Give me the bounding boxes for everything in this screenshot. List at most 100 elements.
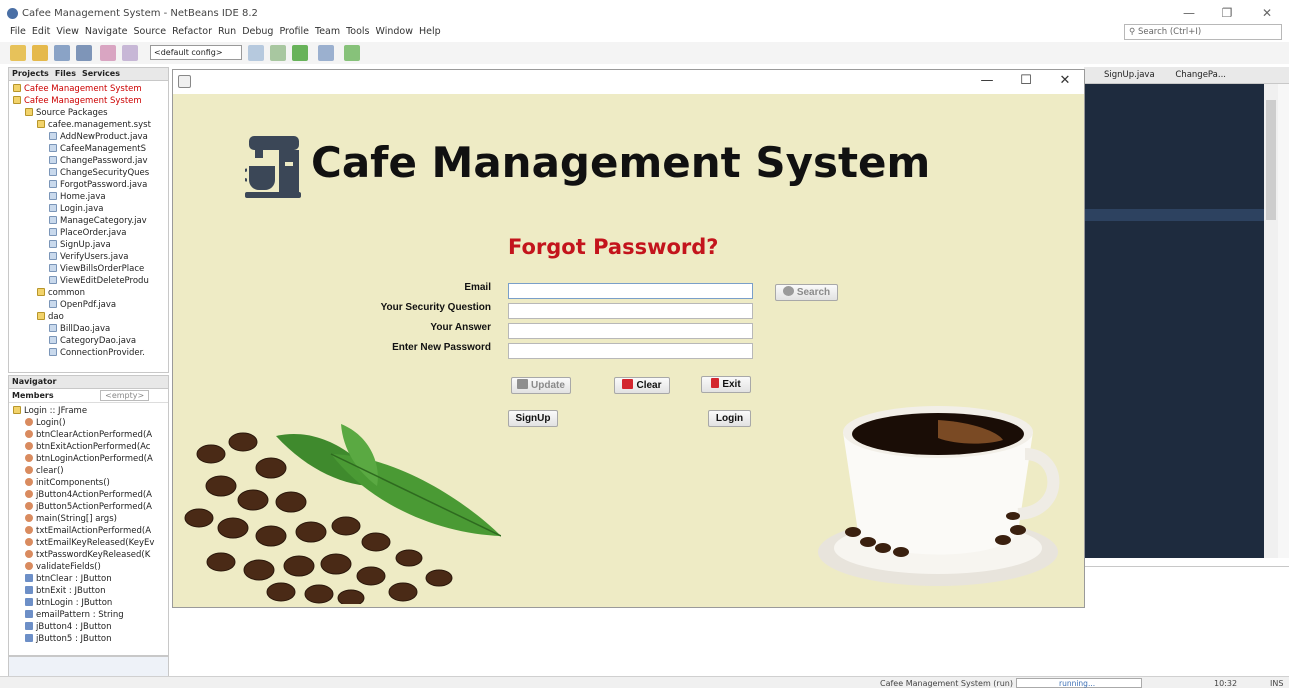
tree-item[interactable]: cafee.management.syst xyxy=(9,119,168,131)
method-icon xyxy=(25,490,33,498)
profile-icon[interactable] xyxy=(344,45,360,61)
tab-projects[interactable]: Projects xyxy=(12,69,49,78)
menu-debug[interactable]: Debug xyxy=(242,26,273,37)
tree-item[interactable]: ViewEditDeleteProdu xyxy=(9,275,168,287)
tree-item[interactable]: btnClearActionPerformed(A xyxy=(9,429,168,441)
tree-item[interactable]: txtEmailKeyReleased(KeyEv xyxy=(9,537,168,549)
tree-item[interactable]: main(String[] args) xyxy=(9,513,168,525)
tab-files[interactable]: Files xyxy=(55,69,76,78)
open-project-icon[interactable] xyxy=(54,45,70,61)
tree-item[interactable]: BillDao.java xyxy=(9,323,168,335)
save-all-icon[interactable] xyxy=(76,45,92,61)
tree-item[interactable]: common xyxy=(9,287,168,299)
security-question-field[interactable] xyxy=(508,303,753,319)
tree-item[interactable]: btnClear : JButton xyxy=(9,573,168,585)
run-icon[interactable] xyxy=(292,45,308,61)
hammer-icon[interactable] xyxy=(248,45,264,61)
tree-item[interactable]: ConnectionProvider. xyxy=(9,347,168,359)
tree-item[interactable]: Login :: JFrame xyxy=(9,405,168,417)
app-title-bar: — ☐ ✕ xyxy=(173,70,1084,94)
tree-item[interactable]: validateFields() xyxy=(9,561,168,573)
tree-item[interactable]: PlaceOrder.java xyxy=(9,227,168,239)
tab-navigator[interactable]: Navigator xyxy=(12,377,56,386)
menu-tools[interactable]: Tools xyxy=(346,26,369,37)
menu-source[interactable]: Source xyxy=(133,26,166,37)
tree-item[interactable]: Home.java xyxy=(9,191,168,203)
tree-item[interactable]: SignUp.java xyxy=(9,239,168,251)
redo-icon[interactable] xyxy=(122,45,138,61)
email-field[interactable] xyxy=(508,283,753,299)
tree-item[interactable]: btnExit : JButton xyxy=(9,585,168,597)
tree-item[interactable]: AddNewProduct.java xyxy=(9,131,168,143)
ide-close-button[interactable]: ✕ xyxy=(1260,6,1274,20)
answer-field[interactable] xyxy=(508,323,753,339)
tree-item[interactable]: ForgotPassword.java xyxy=(9,179,168,191)
menu-refactor[interactable]: Refactor xyxy=(172,26,212,37)
menu-edit[interactable]: Edit xyxy=(32,26,50,37)
tree-item[interactable]: ManageCategory.jav xyxy=(9,215,168,227)
tree-item-label: ViewBillsOrderPlace xyxy=(60,264,145,274)
ide-maximize-button[interactable]: ❐ xyxy=(1220,6,1234,20)
tree-item[interactable]: jButton5ActionPerformed(A xyxy=(9,501,168,513)
ide-minimize-button[interactable]: — xyxy=(1182,6,1196,20)
exit-button[interactable]: Exit xyxy=(701,376,751,393)
menu-help[interactable]: Help xyxy=(419,26,441,37)
tree-item[interactable]: emailPattern : String xyxy=(9,609,168,621)
tree-item[interactable]: btnExitActionPerformed(Ac xyxy=(9,441,168,453)
undo-icon[interactable] xyxy=(100,45,116,61)
menu-file[interactable]: File xyxy=(10,26,26,37)
tree-item[interactable]: Login.java xyxy=(9,203,168,215)
search-button[interactable]: Search xyxy=(775,284,838,301)
tree-item[interactable]: Source Packages xyxy=(9,107,168,119)
app-minimize-button[interactable]: — xyxy=(979,73,995,89)
update-button[interactable]: Update xyxy=(511,377,571,394)
tree-item[interactable]: btnLogin : JButton xyxy=(9,597,168,609)
field-icon xyxy=(25,598,33,606)
tree-item[interactable]: ChangeSecurityQues xyxy=(9,167,168,179)
tree-item[interactable]: clear() xyxy=(9,465,168,477)
tree-item[interactable]: jButton5 : JButton xyxy=(9,633,168,645)
new-project-icon[interactable] xyxy=(32,45,48,61)
code-editor[interactable] xyxy=(1084,84,1264,558)
menu-navigate[interactable]: Navigate xyxy=(85,26,128,37)
clear-button[interactable]: Clear xyxy=(614,377,670,394)
menu-window[interactable]: Window xyxy=(376,26,413,37)
ide-search-box[interactable]: ⚲ Search (Ctrl+I) xyxy=(1124,24,1282,40)
config-dropdown[interactable]: <default config> xyxy=(150,45,242,60)
tree-item[interactable]: CategoryDao.java xyxy=(9,335,168,347)
tree-item[interactable]: Login() xyxy=(9,417,168,429)
tree-item[interactable]: Cafee Management System xyxy=(9,95,168,107)
tab-signup-java[interactable]: SignUp.java xyxy=(1104,70,1155,80)
tree-item[interactable]: btnLoginActionPerformed(A xyxy=(9,453,168,465)
tree-item[interactable]: jButton4 : JButton xyxy=(9,621,168,633)
tree-item[interactable]: ViewBillsOrderPlace xyxy=(9,263,168,275)
clean-build-icon[interactable] xyxy=(270,45,286,61)
ide-title-bar: Cafee Management System - NetBeans IDE 8… xyxy=(0,0,1289,26)
tree-item[interactable]: ChangePassword.jav xyxy=(9,155,168,167)
members-filter-dropdown[interactable]: <empty> xyxy=(100,390,150,401)
tab-services[interactable]: Services xyxy=(82,69,120,78)
tree-item[interactable]: dao xyxy=(9,311,168,323)
menu-view[interactable]: View xyxy=(56,26,79,37)
menu-profile[interactable]: Profile xyxy=(279,26,309,37)
tab-changepassword-java[interactable]: ChangePa... xyxy=(1175,70,1226,80)
editor-scrollbar[interactable] xyxy=(1264,84,1278,558)
tree-item[interactable]: VerifyUsers.java xyxy=(9,251,168,263)
app-close-button[interactable]: ✕ xyxy=(1057,73,1073,89)
menu-team[interactable]: Team xyxy=(315,26,340,37)
menu-run[interactable]: Run xyxy=(218,26,236,37)
login-button[interactable]: Login xyxy=(708,410,751,427)
editor-scrollbar-thumb[interactable] xyxy=(1266,100,1276,220)
signup-button[interactable]: SignUp xyxy=(508,410,558,427)
tree-item[interactable]: jButton4ActionPerformed(A xyxy=(9,489,168,501)
debug-icon[interactable] xyxy=(318,45,334,61)
tree-item[interactable]: Cafee Management System xyxy=(9,83,168,95)
app-maximize-button[interactable]: ☐ xyxy=(1018,73,1034,89)
tree-item[interactable]: txtPasswordKeyReleased(K xyxy=(9,549,168,561)
new-password-field[interactable] xyxy=(508,343,753,359)
tree-item[interactable]: txtEmailActionPerformed(A xyxy=(9,525,168,537)
tree-item[interactable]: OpenPdf.java xyxy=(9,299,168,311)
tree-item[interactable]: CafeeManagementS xyxy=(9,143,168,155)
new-file-icon[interactable] xyxy=(10,45,26,61)
tree-item[interactable]: initComponents() xyxy=(9,477,168,489)
